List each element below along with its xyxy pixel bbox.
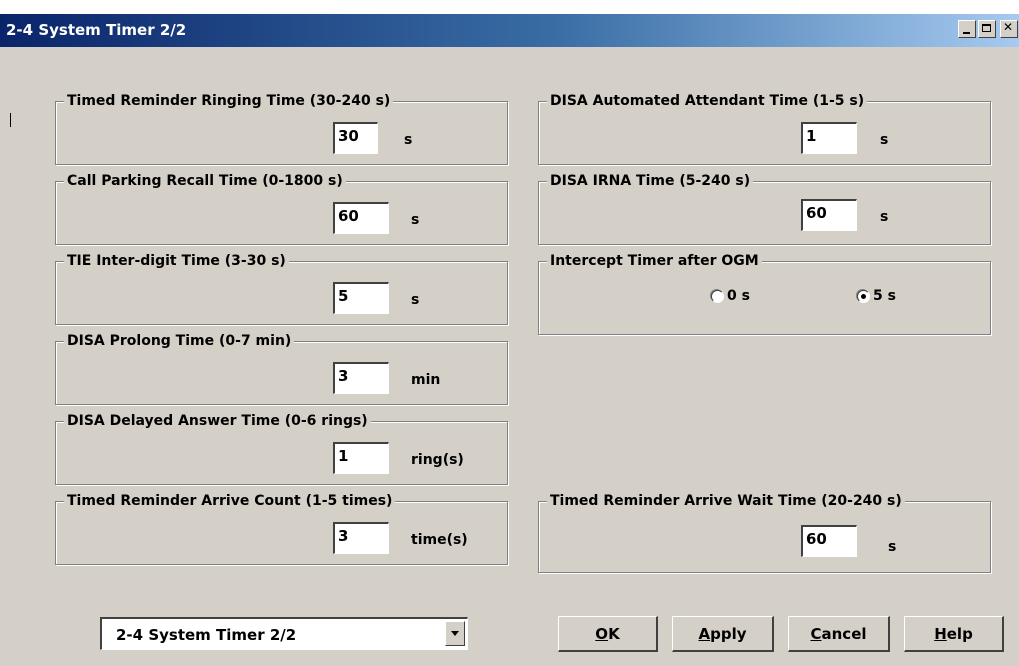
apply-button[interactable]: Apply (672, 616, 774, 652)
radio-5s-indicator[interactable] (857, 289, 870, 303)
radio-0s-indicator[interactable] (711, 289, 724, 303)
cancel-button[interactable]: Cancel (788, 616, 890, 652)
divider (10, 113, 11, 127)
group-disa-delayed-answer: DISA Delayed Answer Time (0-6 rings) 1 r… (55, 412, 508, 485)
chevron-down-icon[interactable] (445, 621, 465, 646)
group-label: Timed Reminder Arrive Count (1-5 times) (64, 492, 396, 510)
help-button[interactable]: Help (904, 616, 1004, 652)
timed-reminder-ringing-input[interactable]: 30 (333, 122, 378, 154)
group-label: Call Parking Recall Time (0-1800 s) (64, 172, 346, 190)
call-parking-recall-input[interactable]: 60 (333, 202, 389, 234)
close-icon[interactable] (1000, 20, 1018, 38)
unit-label: s (411, 212, 420, 228)
page-select-dropdown[interactable]: 2-4 System Timer 2/2 (100, 617, 468, 650)
group-label: DISA Automated Attendant Time (1-5 s) (547, 92, 868, 110)
unit-label: s (404, 132, 413, 148)
cancel-label-rest: ancel (821, 625, 867, 643)
apply-mnemonic: A (698, 625, 711, 643)
unit-label: s (880, 209, 889, 225)
unit-label: s (411, 292, 420, 308)
group-disa-automated-attendant: DISA Automated Attendant Time (1-5 s) 1 … (538, 92, 991, 165)
help-mnemonic: H (934, 625, 947, 643)
radio-5s-label: 5 s (873, 288, 896, 304)
group-disa-irna: DISA IRNA Time (5-240 s) 60 s (538, 172, 991, 245)
group-timed-reminder-arrive-count: Timed Reminder Arrive Count (1-5 times) … (55, 492, 508, 565)
unit-label: s (880, 132, 889, 148)
help-label-rest: elp (946, 625, 973, 643)
unit-label: ring(s) (411, 452, 464, 468)
page-select-value: 2-4 System Timer 2/2 (116, 626, 297, 644)
ok-button[interactable]: OK (558, 616, 658, 652)
disa-prolong-input[interactable]: 3 (333, 362, 389, 394)
group-timed-reminder-arrive-wait: Timed Reminder Arrive Wait Time (20-240 … (538, 492, 991, 573)
group-timed-reminder-ringing: Timed Reminder Ringing Time (30-240 s) 3… (55, 92, 508, 165)
title-bar[interactable]: 2-4 System Timer 2/2 (0, 14, 1019, 47)
unit-label: s (888, 539, 897, 555)
timed-reminder-arrive-count-input[interactable]: 3 (333, 522, 389, 554)
ok-label-rest: K (608, 625, 620, 643)
cancel-mnemonic: C (810, 625, 822, 643)
disa-delayed-answer-input[interactable]: 1 (333, 442, 389, 474)
group-label: DISA Delayed Answer Time (0-6 rings) (64, 412, 371, 430)
group-tie-inter-digit: TIE Inter-digit Time (3-30 s) 5 s (55, 252, 508, 325)
minimize-icon[interactable] (958, 20, 976, 38)
group-call-parking-recall: Call Parking Recall Time (0-1800 s) 60 s (55, 172, 508, 245)
system-timer-dialog: 2-4 System Timer 2/2 Timed Reminder Ring… (0, 14, 1019, 666)
group-disa-prolong: DISA Prolong Time (0-7 min) 3 min (55, 332, 508, 405)
apply-label-rest: pply (710, 625, 747, 643)
group-label: Intercept Timer after OGM (547, 252, 762, 270)
tie-inter-digit-input[interactable]: 5 (333, 282, 389, 314)
group-label: DISA IRNA Time (5-240 s) (547, 172, 754, 190)
maximize-icon[interactable] (978, 20, 996, 38)
unit-label: time(s) (411, 532, 468, 548)
radio-5s[interactable]: 5 s (857, 288, 896, 304)
group-label: Timed Reminder Ringing Time (30-240 s) (64, 92, 394, 110)
ok-mnemonic: O (595, 625, 609, 643)
group-label: Timed Reminder Arrive Wait Time (20-240 … (547, 492, 905, 510)
unit-label: min (411, 372, 441, 388)
disa-irna-input[interactable]: 60 (801, 199, 857, 231)
group-intercept-timer: Intercept Timer after OGM 0 s 5 s (538, 252, 991, 335)
disa-attendant-input[interactable]: 1 (801, 122, 857, 154)
radio-0s-label: 0 s (727, 288, 750, 304)
window-title: 2-4 System Timer 2/2 (6, 21, 187, 39)
group-label: TIE Inter-digit Time (3-30 s) (64, 252, 289, 270)
group-label: DISA Prolong Time (0-7 min) (64, 332, 295, 350)
radio-0s[interactable]: 0 s (711, 288, 750, 304)
arrive-wait-input[interactable]: 60 (801, 525, 857, 557)
